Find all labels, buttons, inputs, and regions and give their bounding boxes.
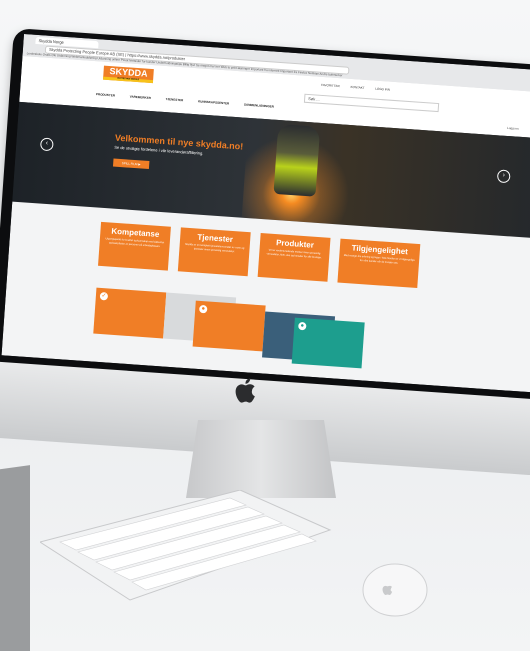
nav-sammenligninger[interactable]: SAMMENLIGNINGER: [244, 103, 274, 109]
play-film-button[interactable]: SPILL FILM ▶: [112, 158, 150, 170]
apple-logo-icon: [382, 585, 393, 595]
card-tjenester[interactable]: Tjenester Skydda er en komplett tjeneste…: [177, 227, 251, 277]
main-nav: PRODUKTER VAREMERKER TJENESTER KUNNSKAPS…: [96, 92, 288, 109]
skydda-logo[interactable]: SKYDDA PROTECTING PEOPLE: [103, 65, 154, 84]
mouse[interactable]: [360, 560, 430, 620]
check-icon: ✓: [99, 291, 109, 301]
nav-logg-inn[interactable]: LOGG INN: [375, 87, 390, 92]
nav-varemerker[interactable]: VAREMERKER: [130, 95, 151, 100]
worker-image: [273, 123, 321, 197]
top-nav: FAVORITTER KONTAKT LOGG INN: [321, 83, 400, 92]
card-tilgjengelighet[interactable]: Tilgjengelighet Med mange års erfaring o…: [337, 238, 421, 289]
imac-stand: [186, 420, 336, 498]
photo-scene: Skydda Norge Skydda Protecting People Eu…: [0, 0, 530, 651]
card-kompetanse[interactable]: Kompetanse Utgangspunkt for kvalitet og …: [98, 221, 171, 271]
tile-orange-2[interactable]: ●: [192, 300, 266, 352]
nav-produkter[interactable]: PRODUKTER: [96, 92, 115, 97]
chevron-right-icon[interactable]: ›: [496, 169, 511, 184]
nav-kunnskapssenter[interactable]: KUNNSKAPSSENTER: [198, 99, 229, 105]
tile-orange-1[interactable]: ✓: [93, 287, 167, 339]
circle-icon: ●: [298, 321, 307, 331]
flame-icon: ●: [198, 304, 208, 314]
keyboard[interactable]: [40, 490, 340, 610]
tile-teal[interactable]: ●: [291, 317, 365, 369]
nav-kontakt[interactable]: KONTAKT: [350, 85, 364, 90]
nav-tjenester[interactable]: TJENESTER: [165, 97, 183, 102]
apple-logo-icon: [235, 378, 255, 403]
background-shadow: [0, 465, 30, 651]
nav-favoritter[interactable]: FAVORITTER: [321, 83, 340, 88]
search-input[interactable]: Søk ...: [303, 93, 440, 113]
login-status[interactable]: Logg inn: [507, 126, 519, 131]
card-produkter[interactable]: Produkter Vi har verdens ledende merker …: [257, 232, 331, 282]
imac-screen: Skydda Norge Skydda Protecting People Eu…: [1, 34, 530, 393]
chevron-left-icon[interactable]: ‹: [39, 137, 54, 152]
